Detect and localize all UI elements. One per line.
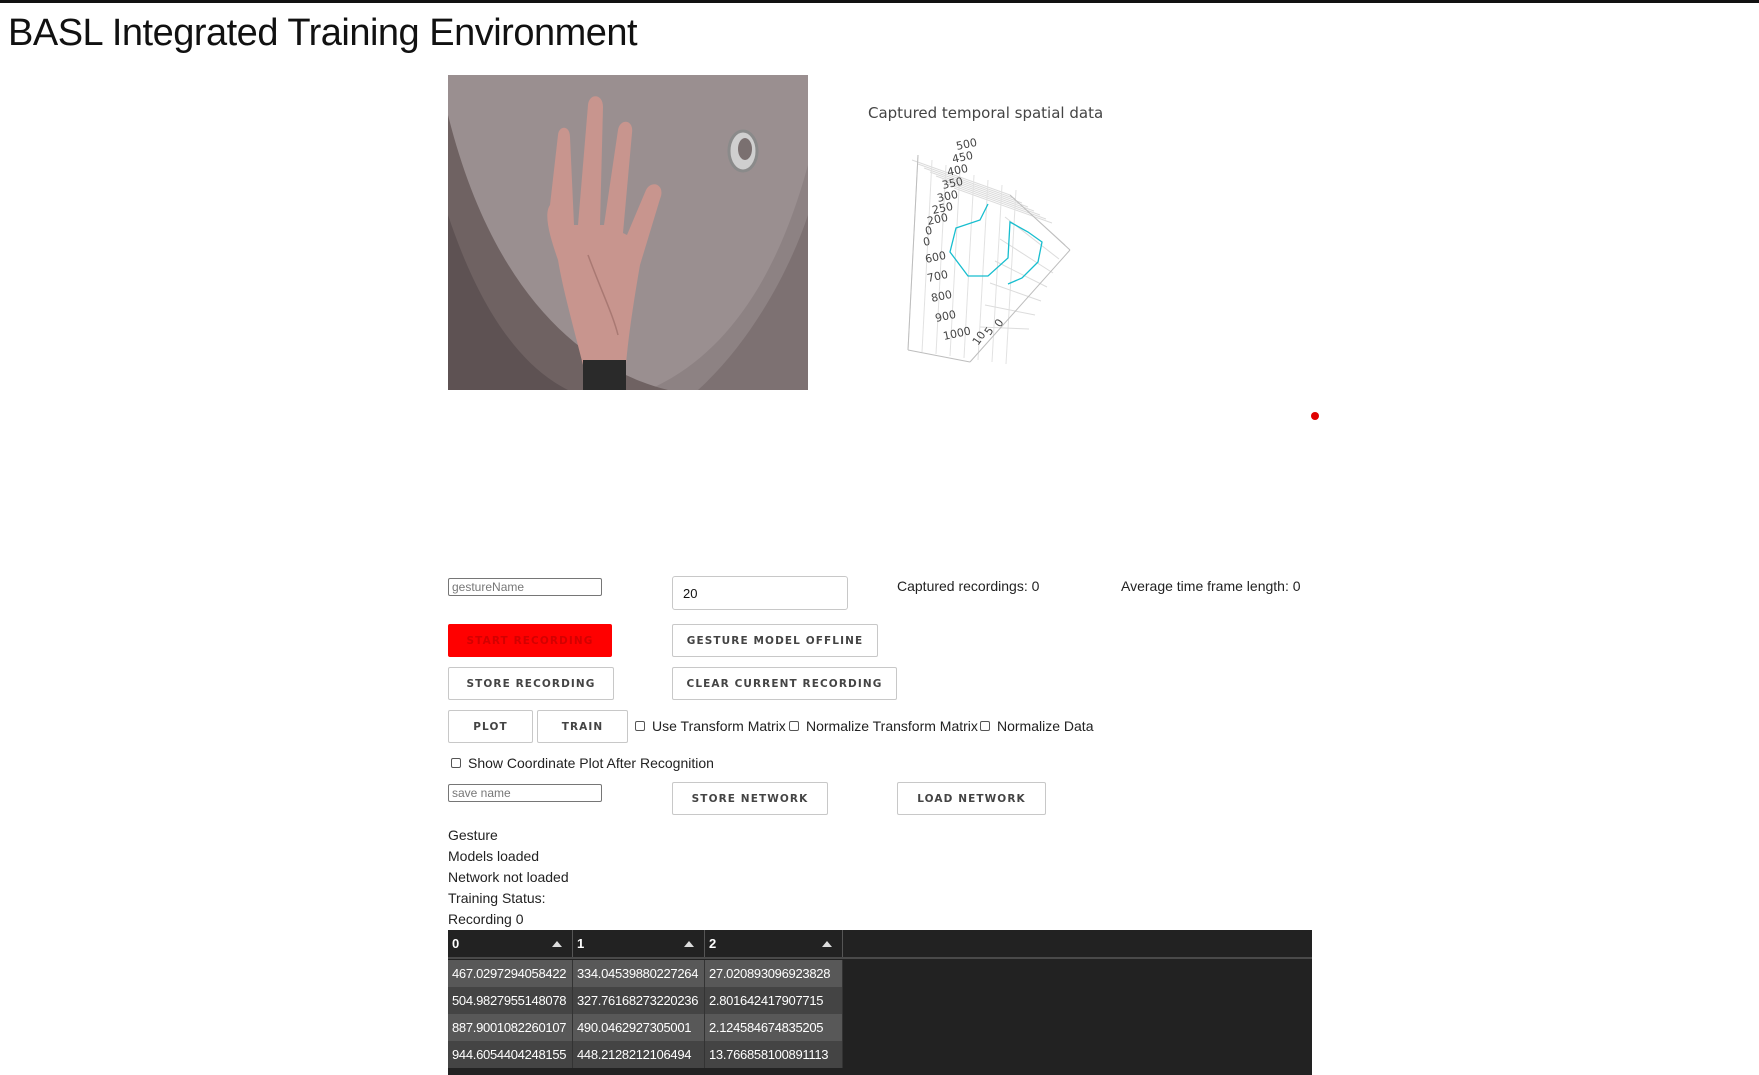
table-cell: 327.76168273220236	[573, 987, 705, 1014]
table-row[interactable]: 467.0297294058422 334.04539880227264 27.02…	[448, 960, 843, 987]
store-recording-button[interactable]: Store Recording	[448, 667, 614, 700]
top-border	[0, 0, 1759, 3]
grid-header: 0 1 2	[448, 930, 1312, 957]
plot-button[interactable]: Plot	[448, 710, 533, 743]
table-cell: 467.0297294058422	[448, 960, 573, 987]
train-button[interactable]: Train	[537, 710, 628, 743]
table-cell: 2.124584674835205	[705, 1014, 843, 1041]
column-header-label: 1	[577, 936, 585, 951]
column-header[interactable]: 2	[705, 930, 843, 957]
table-cell: 13.766858100891113	[705, 1041, 843, 1068]
load-network-button[interactable]: Load Network	[897, 782, 1046, 815]
recording-status: Recording 0	[448, 911, 524, 927]
gesture-status: Gesture	[448, 827, 498, 843]
checkbox-label: Normalize Transform Matrix	[806, 718, 978, 734]
training-status: Training Status:	[448, 890, 546, 906]
checkbox-box[interactable]	[451, 758, 461, 768]
table-cell: 490.0462927305001	[573, 1014, 705, 1041]
column-header[interactable]: 0	[448, 930, 573, 957]
normalize-transform-matrix-checkbox[interactable]: Normalize Transform Matrix	[789, 718, 978, 734]
captured-recordings-label: Captured recordings: 0	[897, 578, 1040, 594]
checkbox-box[interactable]	[789, 721, 799, 731]
sort-ascending-icon[interactable]	[822, 941, 832, 947]
frame-count-input[interactable]	[672, 576, 848, 610]
show-coordinate-plot-checkbox[interactable]: Show Coordinate Plot After Recognition	[451, 755, 714, 771]
table-row[interactable]: 504.9827955148078 327.76168273220236 2.801…	[448, 987, 843, 1014]
gesture-name-input[interactable]	[448, 578, 602, 596]
checkbox-label: Show Coordinate Plot After Recognition	[468, 755, 714, 771]
axis-tick-label: 700	[926, 268, 949, 285]
camera-frame-image	[448, 75, 808, 390]
spatial-3d-plot[interactable]: 5004504003503002502000060070080090010000…	[860, 100, 1120, 370]
table-cell: 334.04539880227264	[573, 960, 705, 987]
table-row[interactable]: 887.9001082260107 490.0462927305001 2.1245…	[448, 1014, 843, 1041]
average-frame-length-label: Average time frame length: 0	[1121, 578, 1301, 594]
network-status: Network not loaded	[448, 869, 569, 885]
table-cell: 27.020893096923828	[705, 960, 843, 987]
table-cell: 504.9827955148078	[448, 987, 573, 1014]
store-network-button[interactable]: Store Network	[672, 782, 828, 815]
use-transform-matrix-checkbox[interactable]: Use Transform Matrix	[635, 718, 786, 734]
column-header[interactable]: 1	[573, 930, 705, 957]
normalize-data-checkbox[interactable]: Normalize Data	[980, 718, 1093, 734]
gesture-model-offline-button[interactable]: Gesture Model Offline	[672, 624, 878, 657]
checkbox-box[interactable]	[635, 721, 645, 731]
column-header-label: 2	[709, 936, 717, 951]
trajectory-line	[949, 203, 1043, 285]
recording-indicator-dot	[1311, 412, 1319, 420]
start-recording-button[interactable]: Start Recording	[448, 624, 612, 657]
camera-feed	[448, 75, 808, 390]
table-cell: 2.801642417907715	[705, 987, 843, 1014]
table-cell: 448.2128212106494	[573, 1041, 705, 1068]
sort-ascending-icon[interactable]	[684, 941, 694, 947]
clear-current-recording-button[interactable]: Clear Current Recording	[672, 667, 897, 700]
models-status: Models loaded	[448, 848, 540, 864]
axis-tick-label: 1000	[942, 324, 972, 343]
axis-tick-label: 800	[930, 288, 953, 305]
table-cell: 887.9001082260107	[448, 1014, 573, 1041]
column-header-label: 0	[452, 936, 460, 951]
axis-tick-label: 900	[934, 308, 957, 325]
table-cell: 944.6054404248155	[448, 1041, 573, 1068]
sort-ascending-icon[interactable]	[552, 941, 562, 947]
checkbox-label: Use Transform Matrix	[652, 718, 786, 734]
table-row[interactable]: 944.6054404248155 448.2128212106494 13.766…	[448, 1041, 843, 1068]
checkbox-label: Normalize Data	[997, 718, 1094, 734]
grid-body: 467.0297294058422 334.04539880227264 27.02…	[448, 960, 843, 1068]
save-name-input[interactable]	[448, 784, 602, 802]
data-grid: 0 1 2 467.0297294058422 334.0453988022726…	[448, 930, 1312, 1075]
page-title: BASL Integrated Training Environment	[8, 12, 638, 54]
grid-header-divider	[448, 957, 1312, 959]
checkbox-box[interactable]	[980, 721, 990, 731]
